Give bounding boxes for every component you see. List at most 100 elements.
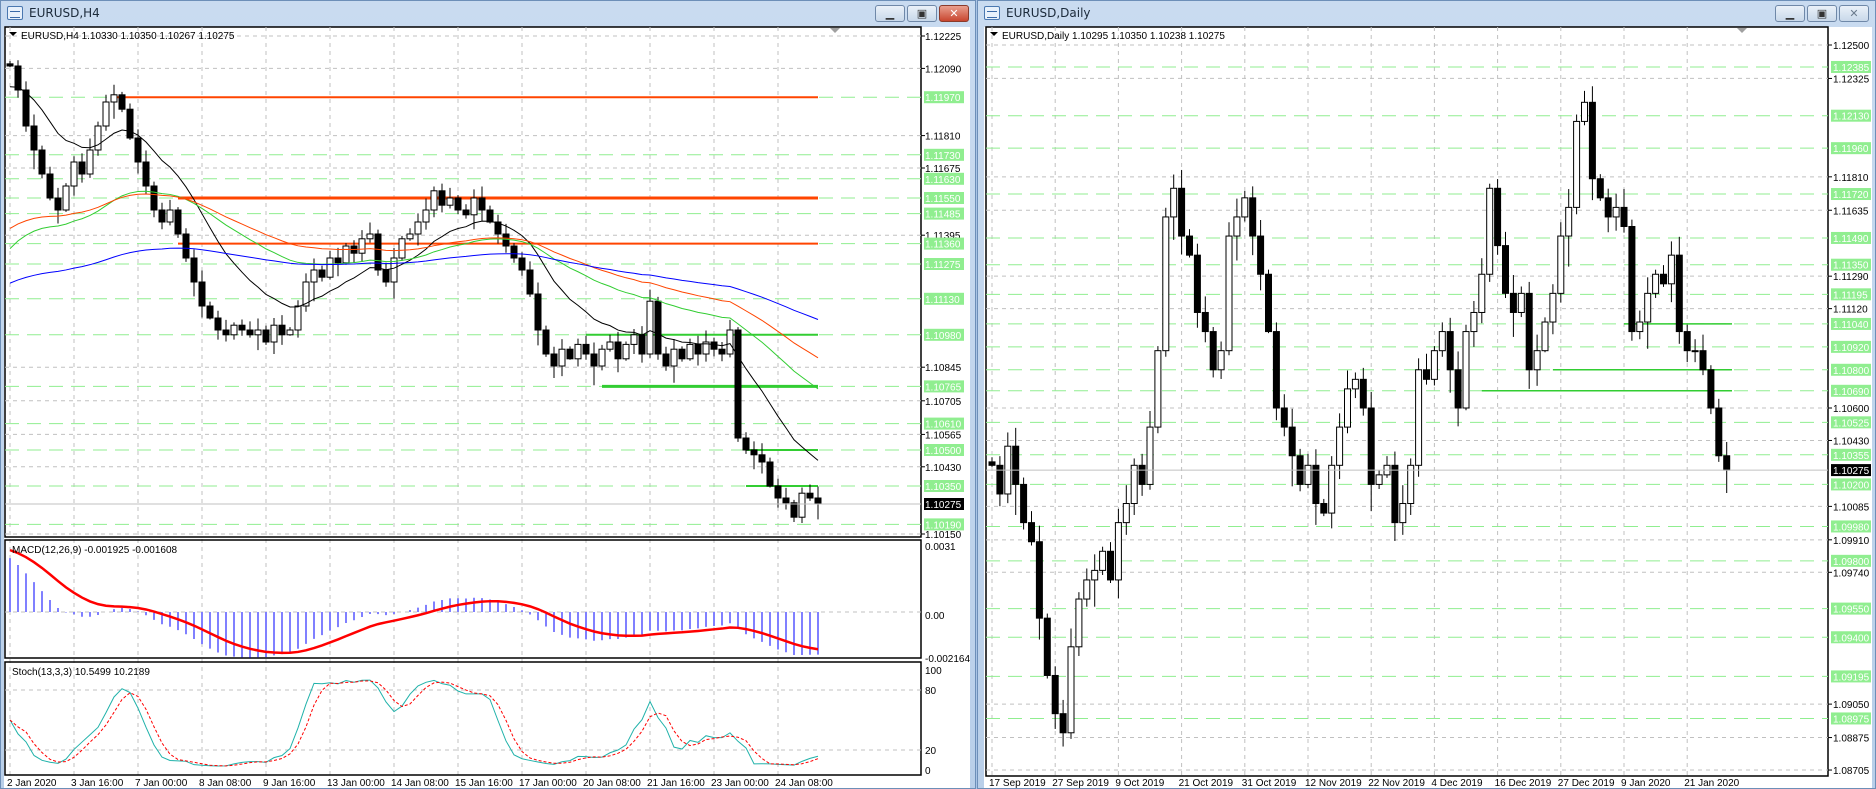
level-price-label: 1.10350 — [925, 482, 962, 493]
candle — [1509, 275, 1517, 337]
time-axis-label: 27 Dec 2019 — [1558, 778, 1615, 789]
macd-axis-label: 0.00 — [925, 611, 945, 622]
candle — [638, 326, 646, 363]
candle — [326, 250, 334, 280]
time-axis-label: 16 Dec 2019 — [1495, 778, 1552, 789]
candle — [1170, 174, 1178, 240]
candle-body — [1707, 369, 1715, 409]
candle — [1328, 456, 1336, 529]
candle — [1699, 334, 1707, 376]
candle-body — [190, 257, 198, 283]
candle — [1573, 114, 1581, 215]
candle — [286, 327, 294, 336]
candle — [390, 247, 398, 299]
candle-body — [1367, 407, 1375, 485]
price-axis-label: 1.09740 — [1833, 568, 1870, 579]
candle — [1667, 241, 1675, 303]
candle — [758, 443, 766, 474]
candle — [278, 315, 286, 345]
level-price-label: 1.10800 — [1833, 366, 1870, 377]
candle — [1351, 372, 1359, 399]
candle-body — [1067, 646, 1075, 734]
macd-axis-label: -0.002164 — [925, 654, 970, 665]
candle-body — [158, 209, 166, 223]
time-axis-label: 22 Nov 2019 — [1368, 778, 1425, 789]
level-price-label: 1.11730 — [925, 151, 961, 162]
candle — [1644, 277, 1652, 349]
candle-body — [1280, 407, 1288, 428]
candle-body — [1043, 617, 1051, 676]
candle-body — [1209, 331, 1217, 371]
candle — [110, 84, 118, 119]
time-axis-label: 14 Jan 08:00 — [391, 778, 449, 789]
candle-body — [134, 137, 142, 163]
candle-body — [614, 341, 622, 360]
candle — [1304, 453, 1312, 489]
candle-body — [1470, 311, 1478, 333]
candle-body — [726, 329, 734, 355]
candle — [1288, 408, 1296, 487]
candle-body — [1186, 235, 1193, 256]
candle — [1035, 525, 1043, 640]
candle — [142, 150, 150, 194]
candle — [342, 243, 350, 265]
chart-menu-triangle-icon[interactable] — [990, 32, 998, 36]
macd-axis-label: 0.0031 — [925, 542, 956, 553]
candle-body — [358, 238, 366, 254]
candle-body — [1691, 350, 1699, 353]
moving-average-line — [9, 86, 819, 461]
candle — [1391, 451, 1399, 541]
candle-body — [766, 461, 774, 487]
candle — [1193, 243, 1201, 328]
candle — [438, 183, 446, 213]
candle-body — [1525, 292, 1533, 371]
candle-body — [670, 348, 678, 367]
stoch-axis-label: 20 — [925, 746, 937, 757]
candle — [1691, 339, 1699, 363]
candle-body — [1438, 331, 1446, 352]
candle — [1430, 346, 1438, 386]
chart-shift-marker-icon[interactable] — [1737, 28, 1747, 33]
candle — [1233, 198, 1241, 261]
candle — [206, 301, 214, 320]
candle-body — [1336, 426, 1344, 466]
candle-body — [1517, 292, 1525, 313]
candle — [1241, 190, 1249, 222]
candle-body — [1699, 350, 1707, 371]
candle — [70, 156, 78, 196]
time-axis-label: 7 Jan 00:00 — [135, 778, 188, 789]
candle-body — [606, 341, 614, 350]
charts-canvas[interactable]: 2 Jan 2020 3 Jan 16:00 7 Jan 00:00 8 Jan 08… — [0, 0, 1876, 789]
candle — [1549, 284, 1557, 335]
candle-body — [486, 209, 494, 223]
candle — [270, 318, 278, 354]
level-price-label: 1.12130 — [1833, 112, 1870, 123]
level-price-label: 1.10500 — [925, 446, 962, 457]
candle-body — [1075, 598, 1083, 648]
candle — [550, 346, 558, 378]
candle-body — [790, 502, 798, 518]
candle-body — [310, 269, 318, 283]
candle-body — [1138, 464, 1146, 485]
candle — [806, 484, 814, 501]
price-axis-label: 1.08875 — [1833, 734, 1870, 745]
chart-shift-marker-icon[interactable] — [830, 28, 840, 33]
chart-ohlc-info: EURUSD,Daily 1.10295 1.10350 1.10238 1.1… — [1002, 31, 1225, 42]
candle-body — [1509, 292, 1517, 313]
candle — [1502, 231, 1509, 298]
price-axis-label: 1.10600 — [1833, 404, 1870, 415]
level-price-label: 1.10920 — [1833, 343, 1870, 354]
candle — [1280, 394, 1288, 437]
price-axis-label: 1.08705 — [1833, 766, 1870, 777]
candle-body — [78, 161, 86, 175]
candle-body — [1636, 321, 1644, 333]
candle-body — [94, 125, 102, 151]
price-axis-label: 1.10430 — [925, 463, 962, 474]
candle — [614, 331, 622, 373]
candle-body — [510, 245, 518, 259]
level-price-label: 1.10980 — [925, 331, 962, 342]
price-axis-label: 1.12500 — [1833, 41, 1870, 52]
candle — [678, 346, 686, 362]
candle-body — [622, 343, 630, 360]
candle-body — [662, 353, 670, 367]
